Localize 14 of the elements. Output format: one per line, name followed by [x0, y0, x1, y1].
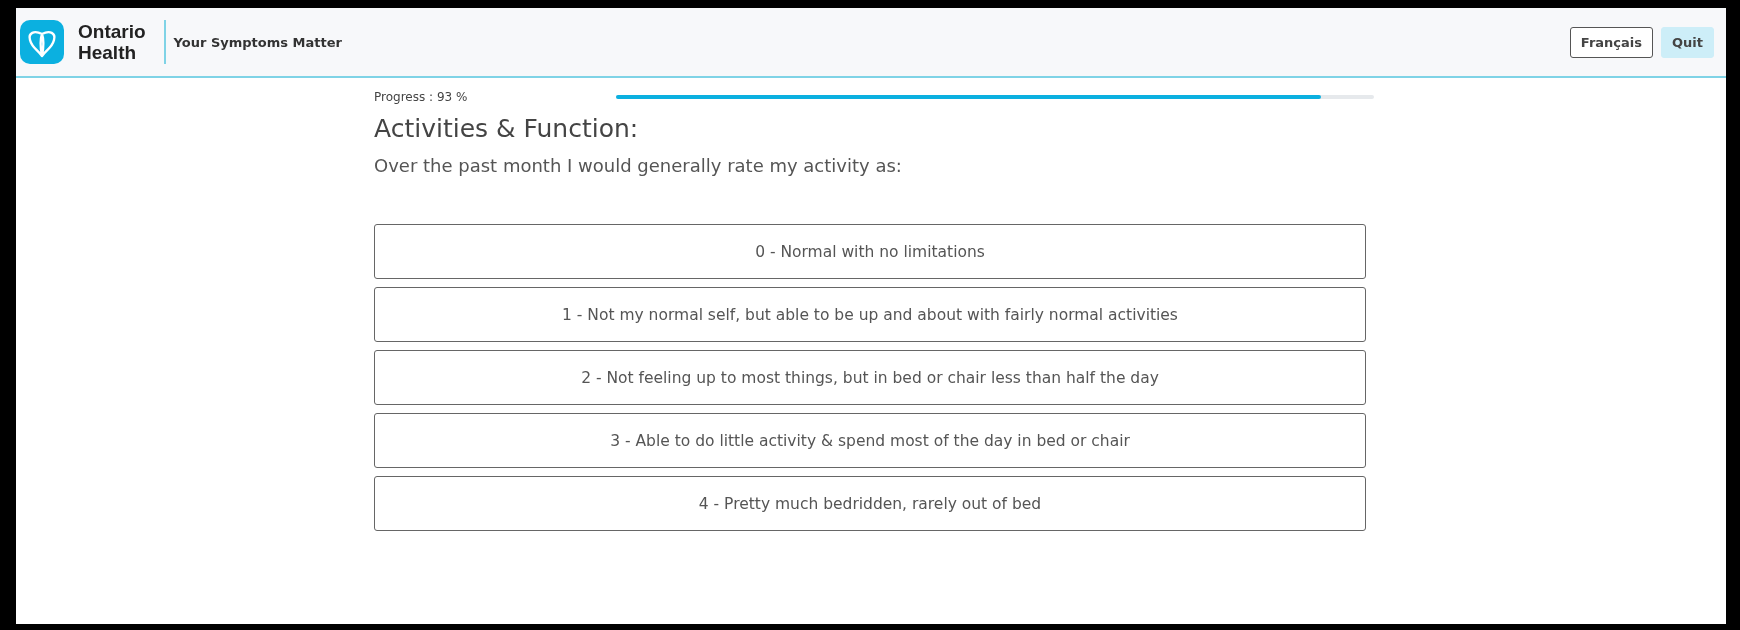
answer-option[interactable]: 0 - Normal with no limitations: [374, 224, 1366, 279]
answer-option[interactable]: 3 - Able to do little activity & spend most of the day in bed or chair: [374, 413, 1366, 468]
section-title: Activities & Function:: [374, 114, 640, 143]
answer-option[interactable]: 4 - Pretty much bedridden, rarely out of bed: [374, 476, 1366, 531]
brand-name: Ontario: [78, 21, 146, 42]
question-text: Over the past month I would generally rate my activity as:: [374, 155, 903, 176]
app-title: Your Symptoms Matter: [173, 34, 342, 50]
brand-name: Health: [78, 42, 138, 63]
answer-option[interactable]: 2 - Not feeling up to most things, but in bed or chair less than half the day: [374, 350, 1366, 405]
progress-label: Progress : 93 %: [374, 90, 469, 104]
logo-icon: [20, 20, 64, 64]
language-button[interactable]: Français: [1569, 26, 1653, 58]
quit-button[interactable]: Quit: [1661, 26, 1714, 58]
answer-option[interactable]: 1 - Not my normal self, but able to be up and about with fairly normal activities: [374, 287, 1366, 342]
